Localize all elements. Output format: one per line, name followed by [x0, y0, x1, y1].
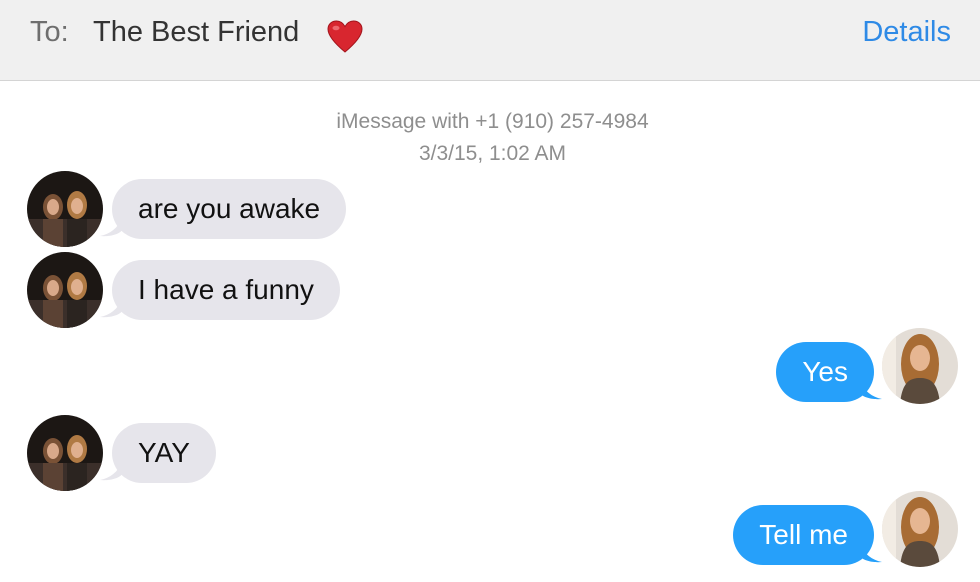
service-line: iMessage with +1 (910) 257-4984 — [336, 110, 649, 133]
bubble-tail — [860, 381, 882, 400]
recipient-name[interactable]: The Best Friend — [93, 16, 299, 49]
bubble-tail — [860, 544, 882, 563]
contact-avatar[interactable] — [27, 415, 103, 491]
heart-icon — [327, 20, 363, 53]
conversation-header: To: The Best Friend Details — [0, 0, 980, 81]
message-bubble-outgoing[interactable]: Tell me — [733, 505, 874, 565]
details-button[interactable]: Details — [862, 16, 951, 49]
message-bubble-incoming[interactable]: are you awake — [112, 179, 347, 239]
message-bubble-incoming[interactable]: YAY — [112, 423, 216, 483]
to-label: To: — [30, 16, 69, 48]
contact-avatar[interactable] — [27, 171, 103, 247]
my-avatar[interactable] — [882, 328, 958, 404]
message-bubble-incoming[interactable]: I have a funny — [112, 260, 340, 320]
contact-avatar[interactable] — [27, 252, 103, 328]
conversation-timestamp: 3/3/15, 1:02 AM — [418, 142, 567, 165]
my-avatar[interactable] — [882, 491, 958, 567]
